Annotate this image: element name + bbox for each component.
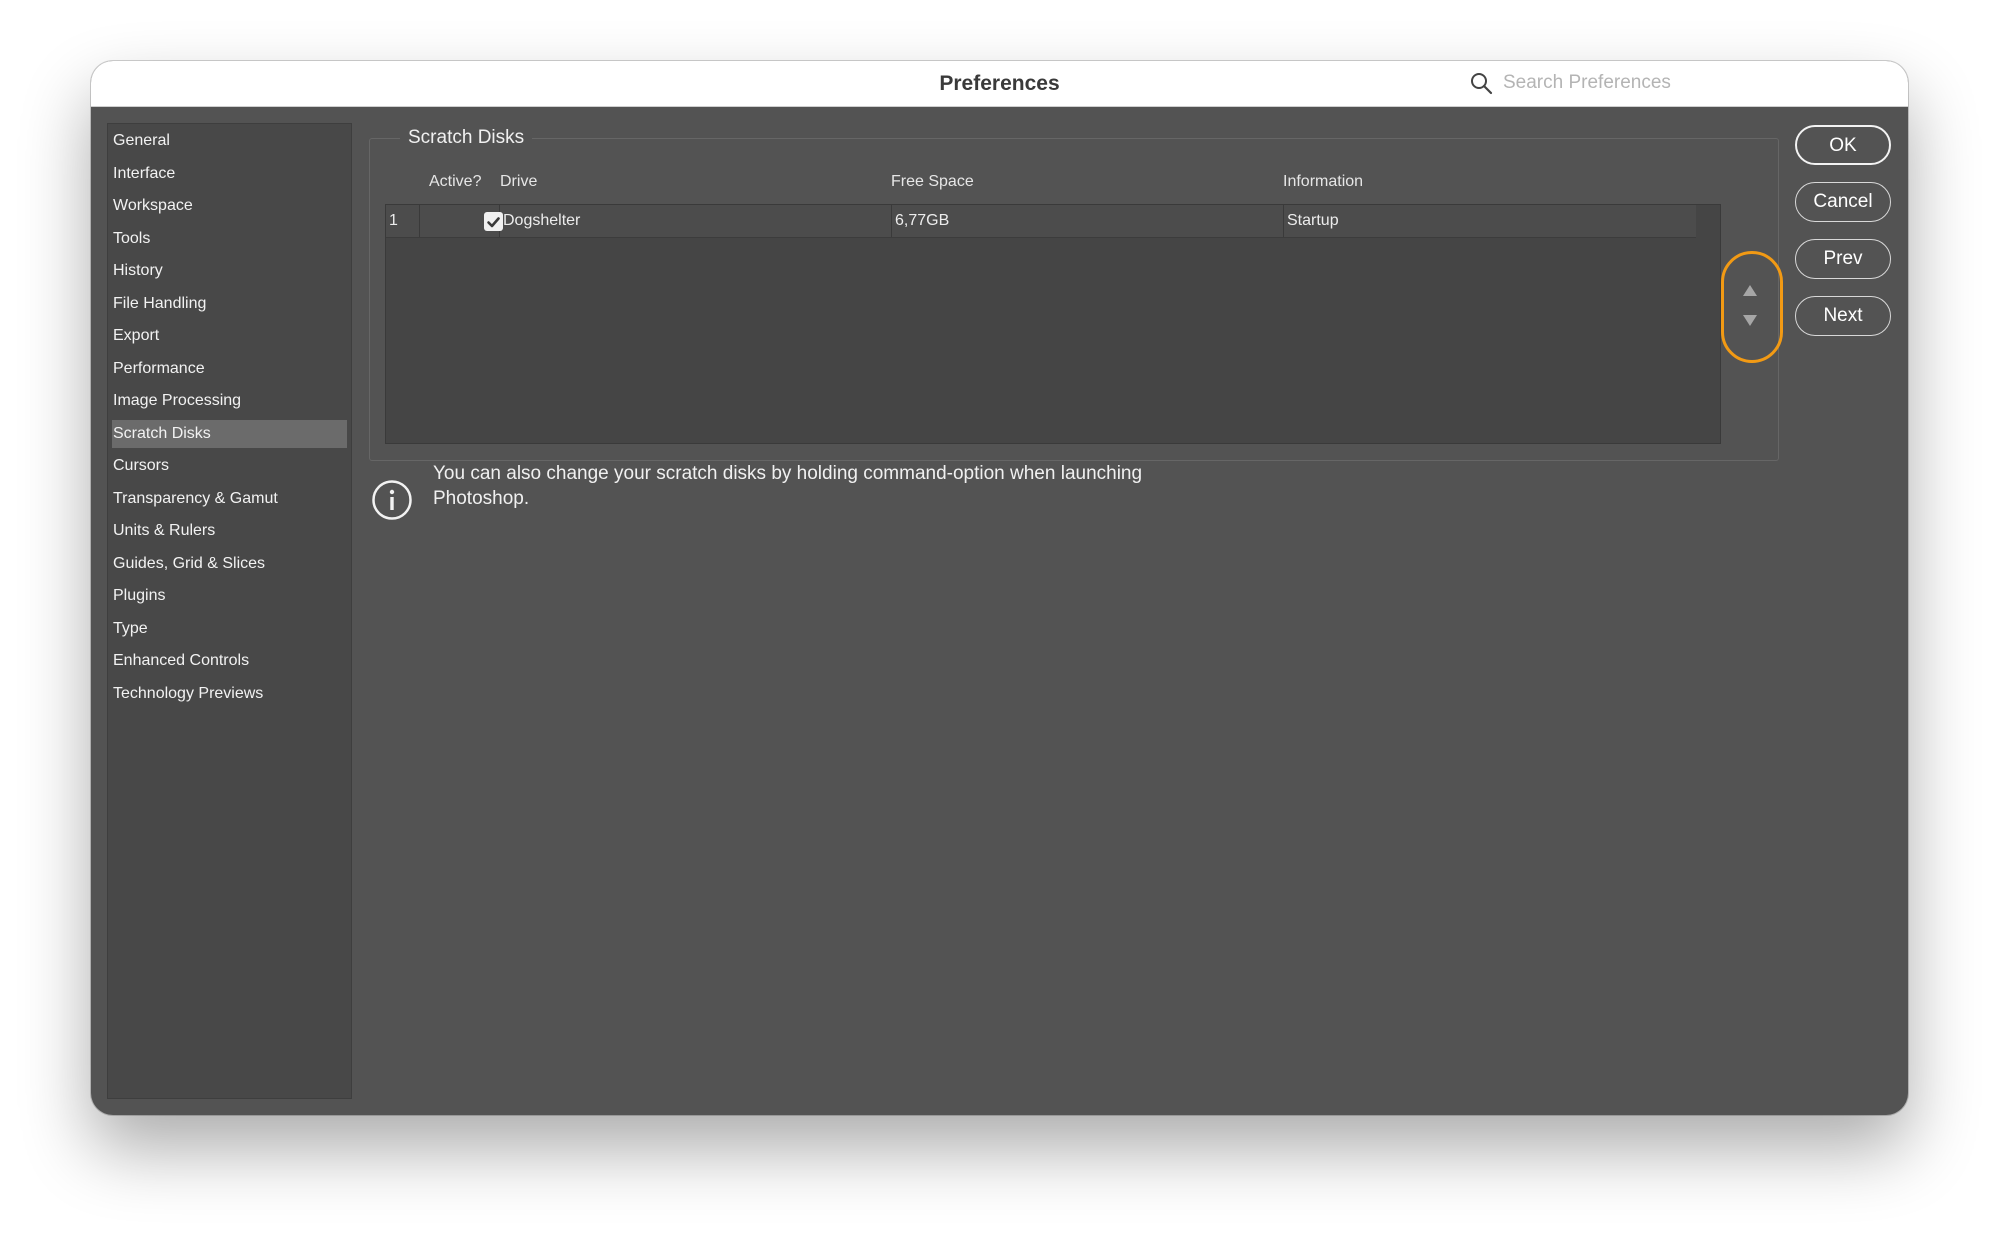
free-space-cell: 6,77GB	[892, 205, 1284, 237]
column-header-active[interactable]: Active?	[429, 173, 481, 191]
sidebar-item-technology-previews[interactable]: Technology Previews	[112, 680, 347, 708]
sidebar-item-transparency-gamut[interactable]: Transparency & Gamut	[112, 485, 347, 513]
prev-button[interactable]: Prev	[1795, 239, 1891, 279]
sidebar-item-interface[interactable]: Interface	[112, 160, 347, 188]
sidebar-item-history[interactable]: History	[112, 257, 347, 285]
ok-button[interactable]: OK	[1795, 125, 1891, 165]
sidebar-item-units-rulers[interactable]: Units & Rulers	[112, 517, 347, 545]
search-icon	[1471, 73, 1493, 95]
search-placeholder: Search Preferences	[1503, 72, 1671, 93]
scratch-disk-info-text: You can also change your scratch disks b…	[433, 463, 1143, 509]
title-bar: Preferences Search Preferences	[91, 61, 1908, 107]
sidebar-item-plugins[interactable]: Plugins	[112, 582, 347, 610]
sidebar-item-export[interactable]: Export	[112, 322, 347, 350]
move-down-icon[interactable]	[1743, 315, 1757, 326]
sidebar-item-cursors[interactable]: Cursors	[112, 452, 347, 480]
preferences-sidebar: General Interface Workspace Tools History Fil…	[107, 123, 352, 1099]
scratch-disks-table: 1 Dogshelter 6,77GB Startup	[385, 204, 1721, 444]
sidebar-item-performance[interactable]: Performance	[112, 355, 347, 383]
sidebar-item-workspace[interactable]: Workspace	[112, 192, 347, 220]
sidebar-item-file-handling[interactable]: File Handling	[112, 290, 347, 318]
column-header-information[interactable]: Information	[1283, 173, 1363, 191]
row-index: 1	[386, 205, 420, 237]
sidebar-item-enhanced-controls[interactable]: Enhanced Controls	[112, 647, 347, 675]
sidebar-item-guides-grid-slices[interactable]: Guides, Grid & Slices	[112, 550, 347, 578]
reorder-arrows	[1721, 251, 1783, 363]
sidebar-item-scratch-disks[interactable]: Scratch Disks	[112, 419, 347, 448]
active-cell	[420, 205, 503, 237]
search-preferences-field[interactable]: Search Preferences	[1459, 65, 1899, 100]
table-row[interactable]: 1 Dogshelter 6,77GB Startup	[386, 205, 1696, 238]
preferences-window: Preferences Search Preferences General In…	[91, 61, 1908, 1115]
sidebar-item-type[interactable]: Type	[112, 615, 347, 643]
drive-cell: Dogshelter	[500, 205, 892, 237]
sidebar-item-image-processing[interactable]: Image Processing	[112, 387, 347, 415]
information-cell: Startup	[1287, 212, 1339, 229]
move-up-icon[interactable]	[1743, 285, 1757, 296]
column-header-drive[interactable]: Drive	[500, 173, 537, 191]
cancel-button[interactable]: Cancel	[1795, 182, 1891, 222]
info-icon	[372, 480, 412, 520]
next-button[interactable]: Next	[1795, 296, 1891, 336]
column-header-free-space[interactable]: Free Space	[891, 173, 974, 191]
scratch-disks-title: Scratch Disks	[400, 124, 533, 152]
sidebar-item-tools[interactable]: Tools	[112, 225, 347, 253]
sidebar-item-general[interactable]: General	[112, 127, 347, 155]
